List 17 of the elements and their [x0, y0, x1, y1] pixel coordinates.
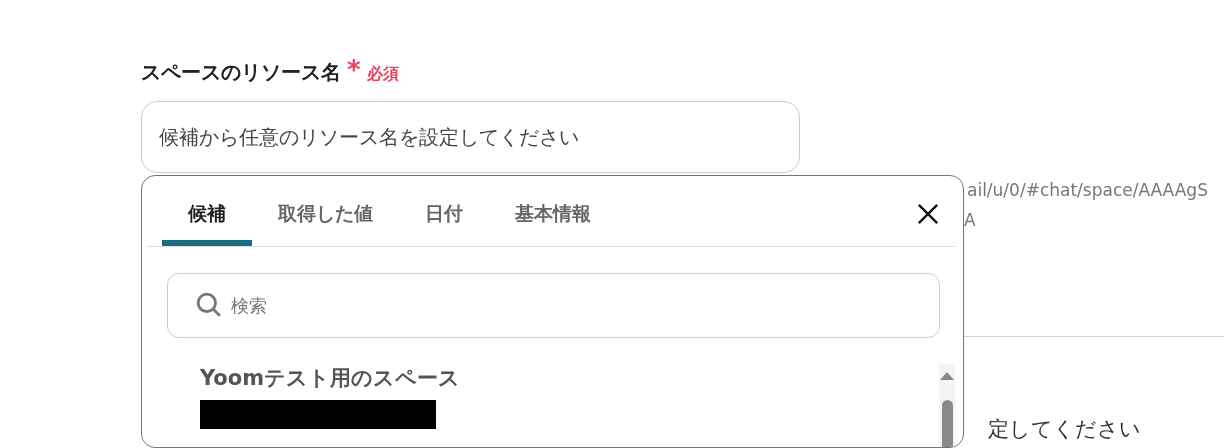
required-label: 必須 — [366, 64, 399, 85]
search-field[interactable]: 検索 — [167, 273, 940, 338]
resource-name-field[interactable]: 候補から任意のリソース名を設定してください — [141, 101, 800, 173]
tab[interactable]: 基本情報 — [489, 176, 617, 246]
scroll-thumb[interactable] — [941, 400, 953, 447]
tab[interactable]: 取得した値 — [252, 176, 399, 246]
required-mark: * — [347, 55, 361, 85]
scroll-up-icon[interactable] — [940, 372, 954, 380]
tab[interactable]: 日付 — [399, 176, 489, 246]
field-label: スペースのリソース名 — [141, 59, 341, 86]
text-input[interactable]: 定してください — [984, 414, 1162, 444]
url-text: ail/u/0/#chat/space/AAAAgS — [967, 180, 1208, 200]
scrollbar[interactable] — [939, 364, 955, 447]
close-icon[interactable] — [917, 203, 939, 225]
url-text: A — [964, 210, 976, 230]
tab[interactable]: 候補 — [162, 176, 252, 246]
option-title[interactable]: Yoomテスト用のスペース — [200, 364, 939, 392]
